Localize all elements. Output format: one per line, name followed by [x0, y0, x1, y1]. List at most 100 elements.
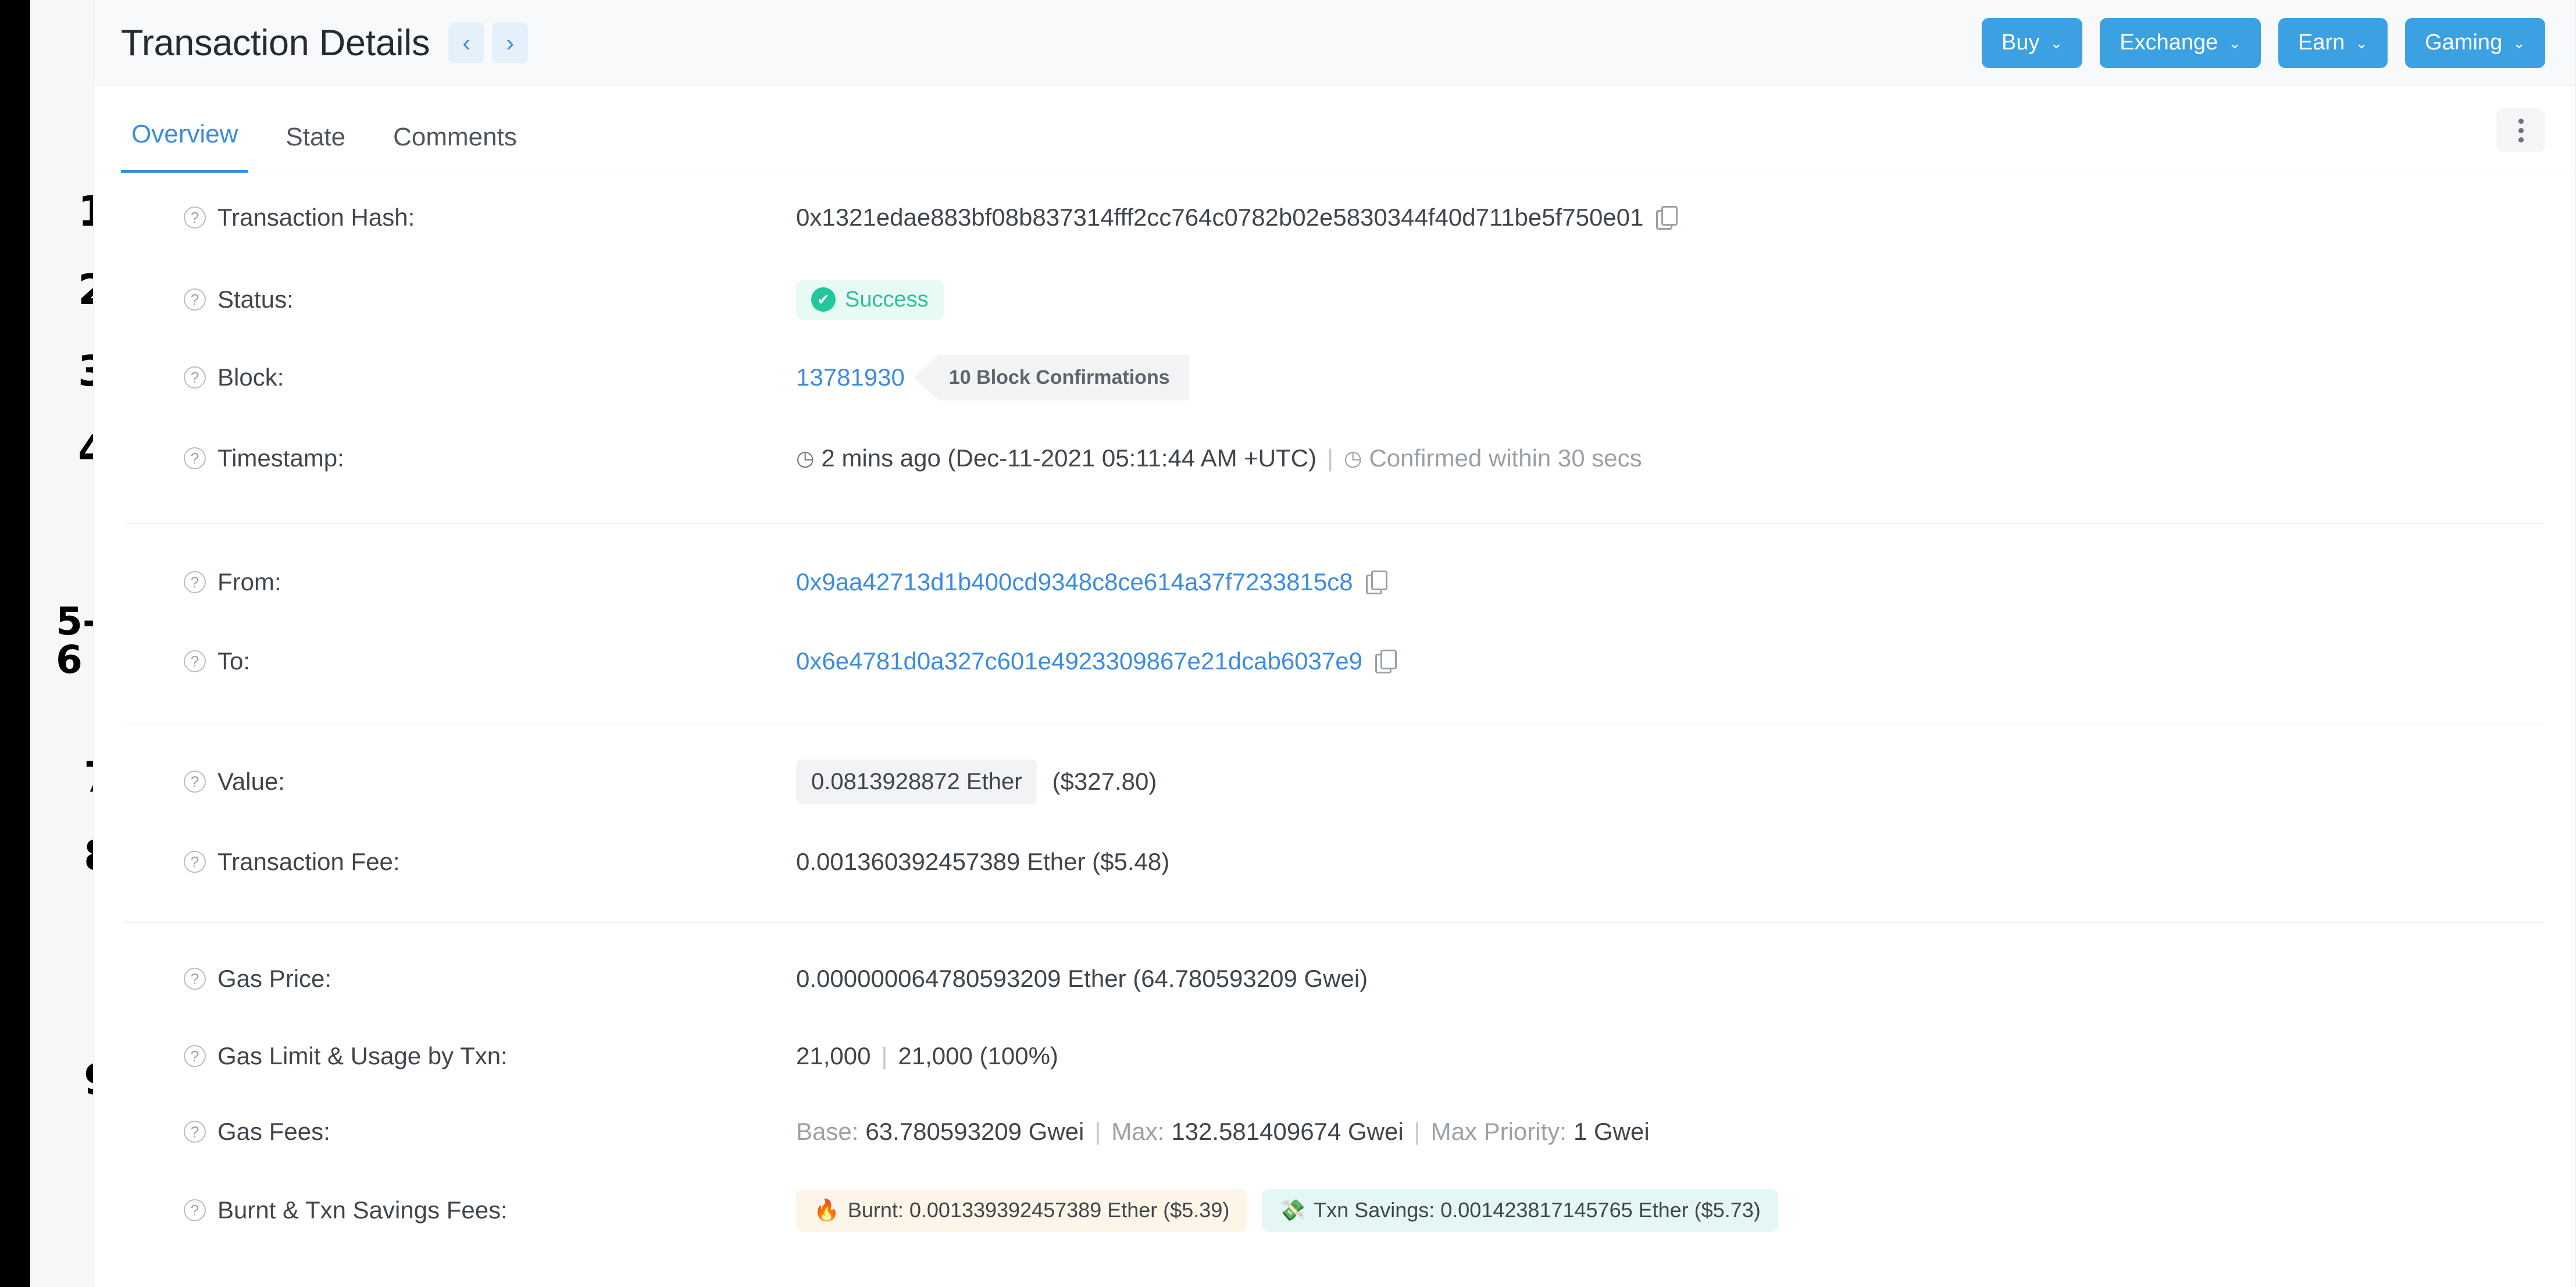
label-text: Transaction Hash:: [217, 204, 415, 231]
help-icon[interactable]: ?: [184, 771, 206, 793]
burnt-fee-text: Burnt: 0.001339392457389 Ether ($5.39): [847, 1198, 1230, 1222]
separator: |: [1094, 1118, 1101, 1145]
label-text: Timestamp:: [217, 444, 344, 472]
copy-icon[interactable]: [1656, 206, 1678, 230]
label-text: Block:: [217, 363, 284, 391]
help-icon[interactable]: ?: [184, 288, 206, 311]
section-divider: [124, 523, 2545, 524]
help-icon[interactable]: ?: [184, 571, 206, 593]
max-fee-label: Max:: [1111, 1118, 1165, 1145]
txn-savings-text: Txn Savings: 0.001423817145765 Ether ($5…: [1314, 1198, 1761, 1222]
overview-details: ? Transaction Hash: 0x1321edae883bf08b83…: [94, 173, 2575, 1287]
status-text: Success: [845, 287, 929, 312]
chevron-down-icon: ⌄: [2228, 34, 2242, 52]
tab-comments[interactable]: Comments: [383, 123, 527, 173]
separator: |: [881, 1042, 888, 1069]
label-gas-limit: ? Gas Limit & Usage by Txn:: [184, 1042, 796, 1070]
burnt-fee-badge: 🔥 Burnt: 0.001339392457389 Ether ($5.39): [796, 1189, 1247, 1232]
value-amount: 0.0813928872 Ether ($327.80): [796, 759, 1157, 804]
exchange-label: Exchange: [2120, 30, 2218, 55]
row-block: ? Block: 13781930 10 Block Confirmations: [94, 337, 2575, 418]
label-text: Gas Fees:: [217, 1118, 330, 1145]
label-gas-price: ? Gas Price:: [184, 965, 796, 993]
max-priority-value: 1 Gwei: [1573, 1118, 1650, 1145]
value-timestamp: ◷ 2 mins ago (Dec-11-2021 05:11:44 AM +U…: [796, 444, 1642, 472]
help-icon[interactable]: ?: [184, 650, 206, 672]
gaming-dropdown-button[interactable]: Gaming ⌄: [2405, 17, 2545, 68]
left-black-strip: [0, 0, 30, 1287]
row-gas-fees: ? Gas Fees: Base: 63.780593209 Gwei | Ma…: [94, 1094, 2575, 1170]
section-divider: [124, 922, 2545, 923]
help-icon[interactable]: ?: [184, 851, 206, 873]
clock-icon: ◷: [1344, 446, 1362, 470]
value-transaction-hash: 0x1321edae883bf08b837314fff2cc764c0782b0…: [796, 204, 1678, 231]
help-icon[interactable]: ?: [184, 1045, 206, 1067]
row-gas-limit: ? Gas Limit & Usage by Txn: 21,000 | 21,…: [94, 1018, 2575, 1094]
row-timestamp: ? Timestamp: ◷ 2 mins ago (Dec-11-2021 0…: [94, 418, 2575, 499]
separator: |: [1414, 1118, 1421, 1145]
gas-usage-text: 21,000 (100%): [898, 1042, 1058, 1069]
value-from: 0x9aa42713d1b400cd9348c8ce614a37f7233815…: [796, 568, 1387, 596]
buy-dropdown-button[interactable]: Buy ⌄: [1981, 17, 2083, 68]
page-header: Transaction Details ‹ › Buy ⌄ Exchange ⌄…: [94, 0, 2575, 86]
value-to: 0x6e4781d0a327c601e4923309867e21dcab6037…: [796, 647, 1397, 675]
clock-icon: ◷: [796, 446, 815, 470]
label-status: ? Status:: [184, 286, 796, 313]
base-fee-label: Base:: [796, 1118, 859, 1145]
confirmed-within-text: Confirmed within 30 secs: [1369, 444, 1642, 472]
from-address-link[interactable]: 0x9aa42713d1b400cd9348c8ce614a37f7233815…: [796, 568, 1353, 596]
check-circle-icon: ✔: [811, 287, 836, 312]
buy-label: Buy: [2001, 30, 2040, 55]
status-badge: ✔ Success: [796, 279, 944, 320]
prev-transaction-button[interactable]: ‹: [448, 22, 485, 63]
transaction-card: Transaction Details ‹ › Buy ⌄ Exchange ⌄…: [93, 0, 2576, 1287]
value-gas-price: 0.000000064780593209 Ether (64.780593209…: [796, 965, 1368, 992]
label-text: Status:: [217, 286, 294, 313]
value-usd-text: ($327.80): [1052, 768, 1157, 795]
label-from: ? From:: [184, 568, 796, 596]
next-transaction-button[interactable]: ›: [492, 22, 529, 63]
help-icon[interactable]: ?: [184, 366, 206, 388]
row-transaction-fee: ? Transaction Fee: 0.001360392457389 Eth…: [94, 822, 2575, 901]
row-to: ? To: 0x6e4781d0a327c601e4923309867e21dc…: [94, 622, 2575, 701]
label-to: ? To:: [184, 647, 796, 675]
value-ether-chip: 0.0813928872 Ether: [796, 759, 1037, 804]
timestamp-text: 2 mins ago (Dec-11-2021 05:11:44 AM +UTC…: [821, 444, 1317, 472]
to-address-link[interactable]: 0x6e4781d0a327c601e4923309867e21dcab6037…: [796, 647, 1362, 675]
copy-icon[interactable]: [1375, 650, 1397, 673]
row-gas-price: ? Gas Price: 0.000000064780593209 Ether …: [94, 939, 2575, 1018]
block-number-link[interactable]: 13781930: [796, 363, 905, 391]
earn-label: Earn: [2298, 30, 2345, 55]
dot: [2518, 137, 2524, 142]
chevron-down-icon: ⌄: [2050, 34, 2063, 52]
label-value: ? Value:: [184, 768, 796, 796]
base-fee-value: 63.780593209 Gwei: [865, 1118, 1084, 1145]
label-transaction-hash: ? Transaction Hash:: [184, 204, 796, 231]
tab-state[interactable]: State: [275, 123, 356, 173]
label-transaction-fee: ? Transaction Fee:: [184, 848, 796, 876]
chevron-down-icon: ⌄: [2355, 34, 2368, 52]
label-text: To:: [217, 647, 251, 675]
help-icon[interactable]: ?: [184, 206, 206, 229]
value-block: 13781930 10 Block Confirmations: [796, 354, 1190, 401]
earn-dropdown-button[interactable]: Earn ⌄: [2278, 17, 2388, 68]
label-burnt-savings: ? Burnt & Txn Savings Fees:: [184, 1196, 796, 1224]
help-icon[interactable]: ?: [184, 1121, 206, 1143]
exchange-dropdown-button[interactable]: Exchange ⌄: [2100, 17, 2261, 68]
fire-icon: 🔥: [814, 1198, 840, 1222]
value-gas-fees: Base: 63.780593209 Gwei | Max: 132.58140…: [796, 1118, 1650, 1146]
row-value: ? Value: 0.0813928872 Ether ($327.80): [94, 741, 2575, 822]
help-icon[interactable]: ?: [184, 447, 206, 469]
copy-icon[interactable]: [1365, 571, 1387, 594]
help-icon[interactable]: ?: [184, 1199, 206, 1221]
tab-overview[interactable]: Overview: [121, 120, 249, 173]
page-root: 1 2 3 4 5-6 7 8 9 Transaction Details ‹ …: [0, 0, 2576, 1287]
label-text: Gas Price:: [217, 965, 332, 992]
money-icon: 💸: [1279, 1198, 1306, 1222]
more-vertical-icon[interactable]: [2496, 108, 2545, 152]
help-icon[interactable]: ?: [184, 968, 206, 990]
dot: [2518, 118, 2524, 124]
separator: |: [1327, 444, 1334, 472]
label-text: Burnt & Txn Savings Fees:: [217, 1196, 508, 1224]
chevron-down-icon: ⌄: [2513, 34, 2525, 52]
